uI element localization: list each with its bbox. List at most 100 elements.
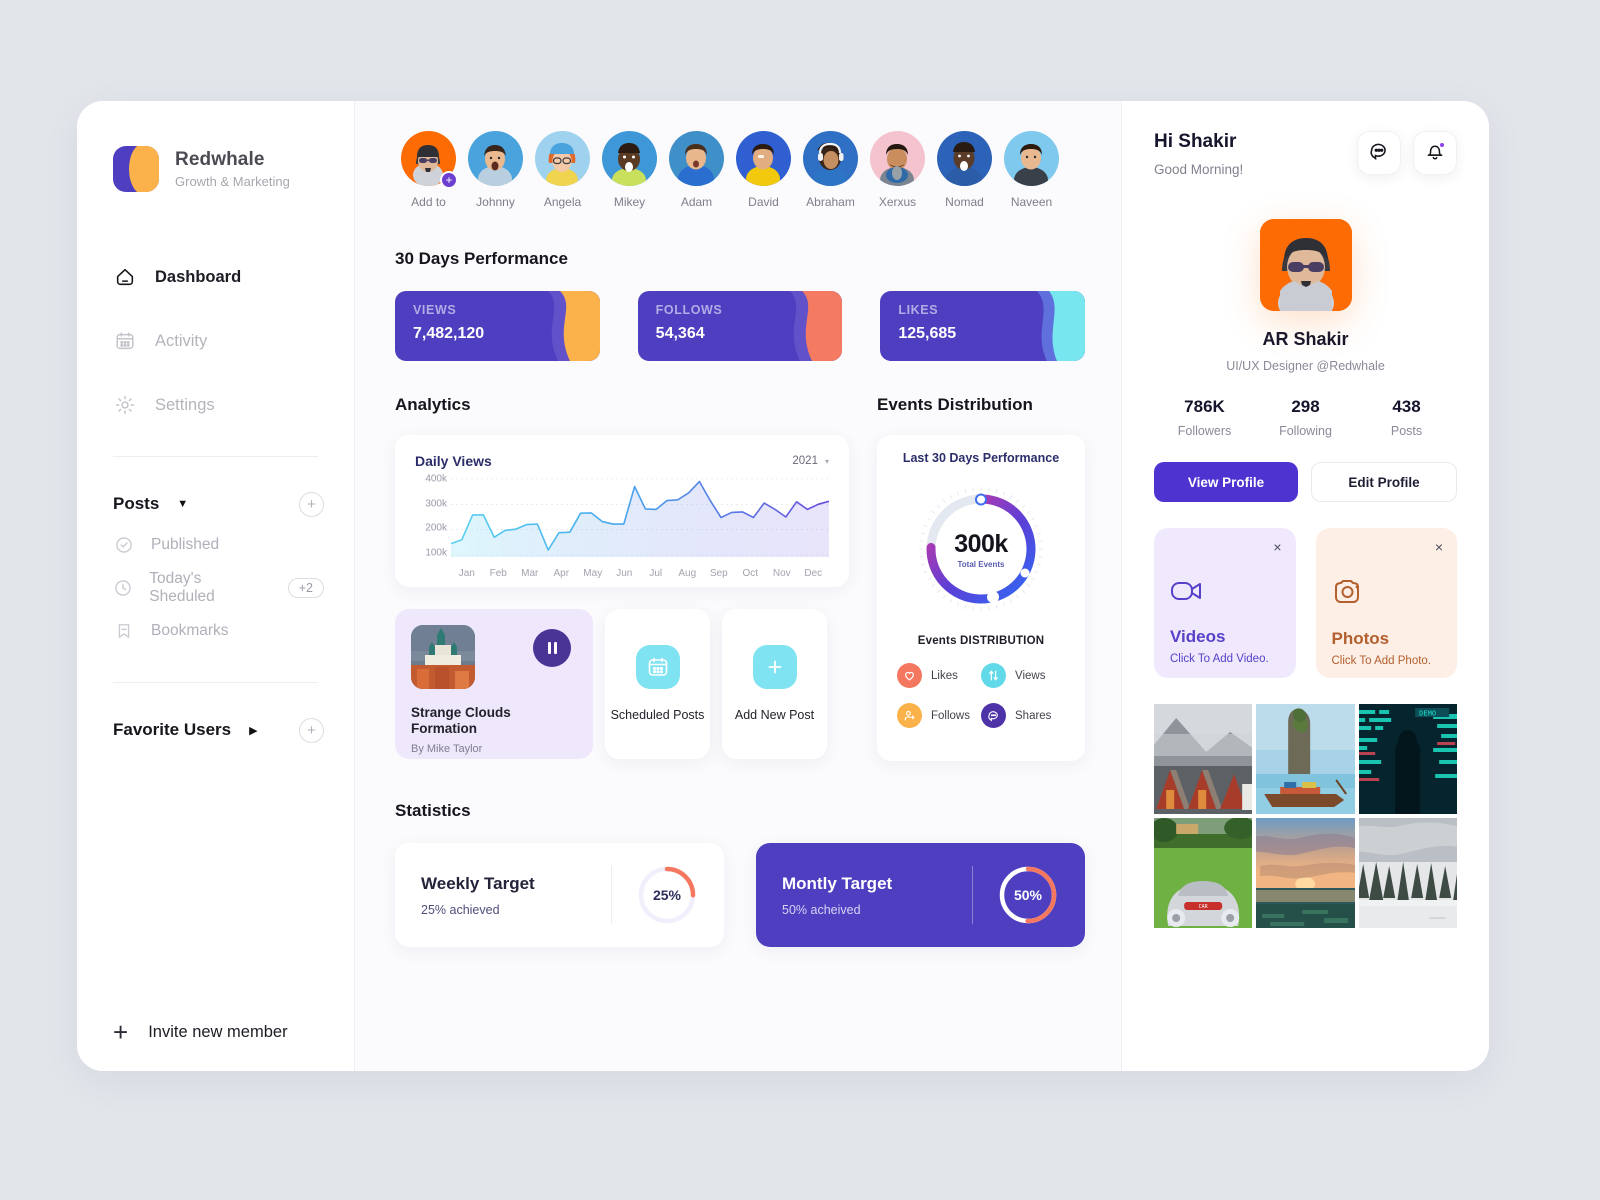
invite-new-member-button[interactable]: + Invite new member [113,1019,288,1045]
add-favorite-user-button[interactable]: + [299,717,324,743]
avatar[interactable] [1004,131,1059,186]
stat-card-views[interactable]: VIEWS 7,482,120 [395,291,600,361]
stat-card-follows[interactable]: FOLLOWS 54,364 [637,291,843,361]
avatar[interactable] [468,131,523,186]
sidebar-item-label: Dashboard [155,267,242,286]
edit-profile-button[interactable]: Edit Profile [1311,462,1457,502]
videos-card[interactable]: × Videos Click To Add Video. [1154,528,1296,678]
legend-item-follows[interactable]: Follows [897,703,981,728]
gear-icon [113,393,137,417]
avatar[interactable] [602,131,657,186]
avatar-label: Abraham [806,195,855,209]
heart-icon [897,663,922,688]
avatar-item[interactable]: Adam [663,131,730,209]
avatar[interactable] [803,131,858,186]
sidebar-item-settings[interactable]: Settings [77,382,354,428]
weekly-target-card[interactable]: Weekly Target 25% achieved 25% [395,843,724,947]
avatar-label: Naveen [1010,195,1053,209]
updown-arrows-icon [981,663,1006,688]
legend-item-shares[interactable]: Shares [981,703,1065,728]
sidebar-item-dashboard[interactable]: Dashboard [77,254,354,300]
divider [113,682,318,683]
stat-posts: 438 Posts [1356,397,1457,438]
calendar-icon [635,644,680,689]
avatar-label: David [748,195,779,209]
profile-role: UI/UX Designer @Redwhale [1226,359,1385,373]
y-axis-tick: 300k [425,498,447,510]
stat-subtitle: 25% achieved [421,902,500,917]
avatar-item[interactable]: Nomad [931,131,998,209]
avatar-item[interactable]: Angela [529,131,596,209]
chevron-right-icon[interactable]: ▶ [249,724,257,737]
profile-panel: Hi Shakir Good Morning! AR Shakir UI/UX … [1121,101,1489,1071]
avatar-item[interactable]: + Add to [395,131,462,209]
stat-title: Montly Target [782,873,893,893]
scheduled-posts-card[interactable]: Scheduled Posts [605,609,710,759]
cabins-mountain-photo[interactable] [1154,704,1253,814]
avatar[interactable] [736,131,791,186]
y-axis-labels: 400k 300k 200k 100k [415,473,447,558]
monthly-target-card[interactable]: Montly Target 50% acheived 50% [756,843,1085,947]
avatar[interactable] [535,131,590,186]
pause-button[interactable] [533,629,571,667]
media-cards: × Videos Click To Add Video. × Photos Cl… [1154,528,1457,678]
add-post-button[interactable]: + [299,491,324,517]
avatar[interactable] [937,131,992,186]
stat-value: 786K [1184,397,1225,416]
close-icon[interactable]: × [1273,540,1281,554]
close-icon[interactable]: × [1435,540,1443,554]
stat-card-likes[interactable]: LIKES 125,685 [880,291,1086,361]
divider [972,866,973,924]
favorite-users-header[interactable]: Favorite Users ▶ + [77,711,354,749]
avatar-item[interactable]: Johnny [462,131,529,209]
arcade-screens-photo[interactable]: DEMO [1358,704,1457,814]
notifications-button[interactable] [1413,131,1457,175]
sidebar-item-label: Bookmarks [151,621,229,639]
stat-value: 438 [1392,397,1421,416]
sidebar-item-published[interactable]: Published [77,523,354,566]
invite-label: Invite new member [148,1022,288,1041]
classic-car-photo[interactable]: CAR [1154,818,1253,928]
brand-subtitle: Growth & Marketing [175,174,290,189]
chart-title: Daily Views [415,453,492,469]
avatar-item[interactable]: David [730,131,797,209]
avatar-item[interactable]: Naveen [998,131,1065,209]
x-axis-tick: Jan [458,568,475,579]
events-distribution-label: Events DISTRIBUTION [917,635,1045,647]
ocean-sunset-photo[interactable] [1256,818,1355,928]
y-axis-tick: 400k [425,473,447,485]
sidebar-item-label: Today's Sheduled [149,569,215,605]
messages-button[interactable] [1357,131,1401,175]
avatar-item[interactable]: Mikey [596,131,663,209]
avatar-item[interactable]: Xerxus [864,131,931,209]
chevron-down-icon[interactable]: ▼ [177,498,188,510]
x-axis-tick: May [583,568,603,579]
snow-forest-photo[interactable] [1358,818,1457,928]
year-selector[interactable]: 2021 ▾ [792,455,829,467]
add-user-button[interactable]: + [440,171,458,189]
sidebar-item-bookmarks[interactable]: Bookmarks [77,609,354,652]
media-subtitle: Click To Add Photo. [1331,655,1432,667]
legend-item-views[interactable]: Views [981,663,1065,688]
events-donut-chart: 300k Total Events [913,481,1049,617]
card-label: Add New Post [734,707,815,722]
avatar[interactable] [669,131,724,186]
photos-card[interactable]: × Photos Click To Add Photo. [1315,528,1457,678]
avatar-label: Johnny [476,195,515,209]
avatar-item[interactable]: Abraham [797,131,864,209]
avatar[interactable] [870,131,925,186]
progress-ring: 50% [997,864,1059,926]
view-profile-button[interactable]: View Profile [1154,462,1298,502]
featured-post-card[interactable]: Strange Clouds Formation By Mike Taylor [395,609,593,759]
sidebar-item-label: Settings [155,395,215,414]
posts-group-header[interactable]: Posts ▼ + [77,485,354,523]
sidebar-item-activity[interactable]: Activity [77,318,354,364]
progress-ring: 25% [636,864,698,926]
thailand-boat-photo[interactable] [1256,704,1355,814]
performance-cards: VIEWS 7,482,120 FOLLOWS 54,364 LIKES 125… [395,291,1086,361]
sidebar-item-todays-sheduled[interactable]: Today's Sheduled +2 [77,566,354,609]
profile-name: AR Shakir [1262,329,1349,349]
add-new-post-card[interactable]: Add New Post [722,609,827,759]
legend-item-likes[interactable]: Likes [897,663,981,688]
chat-bubble-icon [981,703,1006,728]
